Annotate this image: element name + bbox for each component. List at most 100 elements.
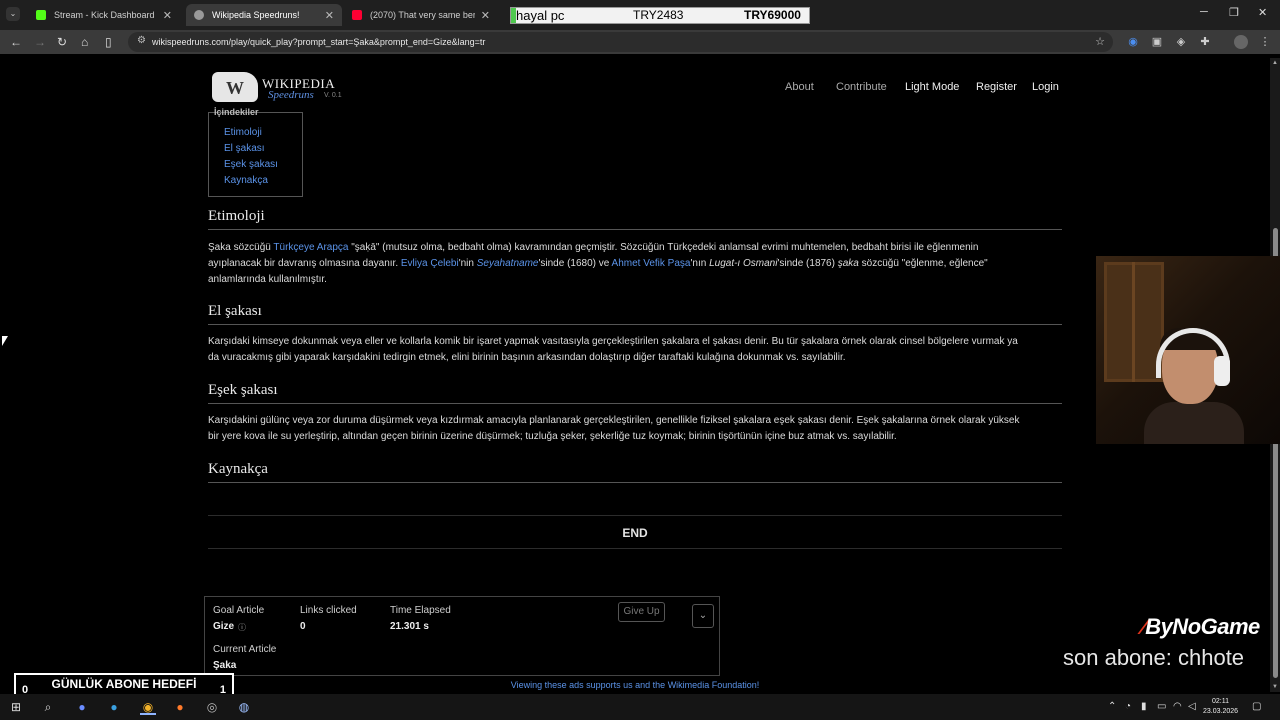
- mouse-cursor-icon: [2, 336, 8, 346]
- end-divider-top: [208, 515, 1062, 516]
- logo-subtitle: Speedruns: [268, 89, 314, 101]
- profile-avatar[interactable]: [1234, 35, 1248, 49]
- nav-register[interactable]: Register: [976, 81, 1017, 93]
- home-icon[interactable]: ⌂: [81, 35, 88, 49]
- network-icon[interactable]: ◠: [1173, 701, 1182, 712]
- forward-icon[interactable]: →: [34, 35, 46, 49]
- toc-link-el-sakasi[interactable]: El şakası: [224, 143, 265, 154]
- sub-goal-title: GÜNLÜK ABONE HEDEFİ: [51, 677, 197, 691]
- scroll-down-icon[interactable]: ▼: [1272, 684, 1278, 690]
- app-icon[interactable]: ●: [74, 699, 90, 715]
- shield-icon[interactable]: ◈: [1174, 35, 1188, 49]
- toc-link-kaynakca[interactable]: Kaynakça: [224, 175, 268, 186]
- search-icon[interactable]: ⌕: [40, 699, 56, 715]
- reload-icon[interactable]: ↻: [57, 35, 67, 49]
- goal-article-label: Goal Article: [213, 605, 265, 616]
- tab-youtube[interactable]: (2070) That very same berry sin ✕: [344, 4, 498, 26]
- site-logo[interactable]: W WIKIPEDIA Speedruns V. 0.1: [212, 72, 352, 102]
- tray-app-icon[interactable]: ◔: [1125, 701, 1131, 712]
- section-heading: Etimoloji: [208, 208, 265, 224]
- table-of-contents: İçindekiler Etimoloji El şakası Eşek şak…: [208, 107, 303, 197]
- last-subscriber-text: son abone: chhote: [1063, 645, 1245, 670]
- donation-overlay: hayal pc TRY2483 TRY69000: [510, 7, 810, 24]
- kick-favicon-icon: [36, 10, 46, 20]
- extension-icon[interactable]: ▣: [1150, 35, 1164, 49]
- app-icon[interactable]: ●: [106, 699, 122, 715]
- system-clock[interactable]: 02:11 23.03.2026: [1203, 697, 1238, 717]
- url-text[interactable]: wikispeedruns.com/play/quick_play?prompt…: [152, 37, 485, 47]
- nav-light-mode[interactable]: Light Mode: [905, 81, 959, 93]
- restore-icon[interactable]: ❐: [1229, 6, 1239, 19]
- link-ahmet-vefik-pasa[interactable]: Ahmet Vefik Paşa: [612, 258, 691, 269]
- steam-icon[interactable]: ◍: [236, 699, 252, 715]
- toc-link-etimoloji[interactable]: Etimoloji: [224, 127, 262, 138]
- info-icon[interactable]: ⓘ: [238, 622, 246, 633]
- nav-about[interactable]: About: [785, 81, 814, 93]
- link-turkceye-arapca[interactable]: Türkçeye Arapça: [273, 242, 348, 253]
- back-icon[interactable]: ←: [10, 35, 22, 49]
- close-tab-icon[interactable]: ✕: [325, 9, 334, 22]
- windows-taskbar: ⊞ ⌕ ● ● ◉ ● ◎ ◍ ⌃ ◔ ▮ ▭ ◠ ◁ ▢: [0, 694, 1280, 720]
- version-label: V. 0.1: [324, 92, 342, 99]
- section-paragraph: Karşıdakini gülünç veya zor duruma düşür…: [208, 415, 1020, 442]
- close-tab-icon[interactable]: ✕: [481, 9, 490, 22]
- site-info-icon[interactable]: ⚙: [137, 35, 146, 46]
- link-seyahatname[interactable]: Seyahatname: [477, 258, 539, 269]
- section-heading: Eşek şakası: [208, 382, 278, 398]
- links-clicked-value: 0: [300, 621, 306, 632]
- notification-icon[interactable]: ▢: [1252, 701, 1261, 712]
- scroll-up-icon[interactable]: ▲: [1272, 60, 1278, 66]
- webcam-feed: [1096, 256, 1280, 444]
- clock-time: 02:11: [1212, 698, 1230, 705]
- toc-header: İçindekiler: [214, 107, 259, 117]
- windows-start-icon[interactable]: ⊞: [8, 699, 24, 715]
- sidebar-icon[interactable]: ▯: [105, 35, 112, 49]
- section-heading: Kaynakça: [208, 461, 268, 477]
- tray-chevron-icon[interactable]: ⌃: [1108, 701, 1116, 712]
- overlay-value-target: TRY69000: [744, 8, 801, 22]
- link-evliya-celebi[interactable]: Evliya Çelebi: [401, 258, 459, 269]
- extension-icon[interactable]: ◉: [1126, 35, 1140, 49]
- chrome-icon[interactable]: ◉: [140, 699, 156, 715]
- toc-link-esek-sakasi[interactable]: Eşek şakası: [224, 159, 278, 170]
- section-divider: [208, 324, 1062, 325]
- time-elapsed-value: 21.301 s: [390, 621, 429, 632]
- close-window-icon[interactable]: ✕: [1258, 6, 1267, 19]
- close-tab-icon[interactable]: ✕: [163, 9, 172, 22]
- tab-strip: ⌄ Stream - Kick Dashboard ✕ Wikipedia Sp…: [0, 0, 1280, 30]
- goal-article-value: Gize: [213, 621, 235, 632]
- minimize-icon[interactable]: ─: [1200, 6, 1208, 18]
- end-marker: END: [622, 526, 648, 540]
- puzzle-logo-icon: W: [212, 72, 258, 102]
- tab-title: (2070) That very same berry sin: [370, 10, 475, 20]
- microphone-icon[interactable]: ▮: [1141, 701, 1147, 712]
- youtube-favicon-icon: [352, 10, 362, 20]
- volume-icon[interactable]: ◁: [1188, 701, 1196, 712]
- brand-text: ByNoGame: [1145, 614, 1260, 639]
- tab-wikipedia-speedruns[interactable]: Wikipedia Speedruns! ✕: [186, 4, 342, 26]
- overlay-value-current: TRY2483: [633, 8, 684, 22]
- time-elapsed-label: Time Elapsed: [390, 605, 451, 616]
- menu-icon[interactable]: ⋮: [1258, 35, 1272, 49]
- nav-login[interactable]: Login: [1032, 81, 1059, 93]
- links-clicked-label: Links clicked: [300, 605, 357, 616]
- puzzle-icon[interactable]: ✚: [1198, 35, 1212, 49]
- tab-title: Stream - Kick Dashboard: [54, 10, 155, 20]
- bookmark-star-icon[interactable]: ☆: [1095, 35, 1105, 48]
- chevron-down-icon[interactable]: ⌄: [692, 604, 714, 628]
- address-bar[interactable]: ⚙ wikispeedruns.com/play/quick_play?prom…: [128, 32, 1113, 52]
- section-divider: [208, 229, 1062, 230]
- obs-icon[interactable]: ◎: [204, 699, 220, 715]
- tab-title: Wikipedia Speedruns!: [212, 10, 300, 20]
- nav-contribute[interactable]: Contribute: [836, 81, 887, 93]
- overlay-name: hayal pc: [516, 8, 565, 23]
- firefox-icon[interactable]: ●: [172, 699, 188, 715]
- section-heading: El şakası: [208, 303, 262, 319]
- speedrun-status-panel: Goal Article Gize ⓘ Links clicked 0 Time…: [204, 596, 720, 676]
- current-article-value: Şaka: [213, 660, 237, 671]
- section-paragraph: Karşıdaki kimseye dokunmak veya eller ve…: [208, 336, 1018, 363]
- tray-app-icon[interactable]: ▭: [1157, 701, 1166, 712]
- tab-kick-dashboard[interactable]: Stream - Kick Dashboard ✕: [28, 4, 180, 26]
- give-up-button[interactable]: Give Up: [618, 602, 665, 622]
- tab-search-button[interactable]: ⌄: [6, 7, 20, 21]
